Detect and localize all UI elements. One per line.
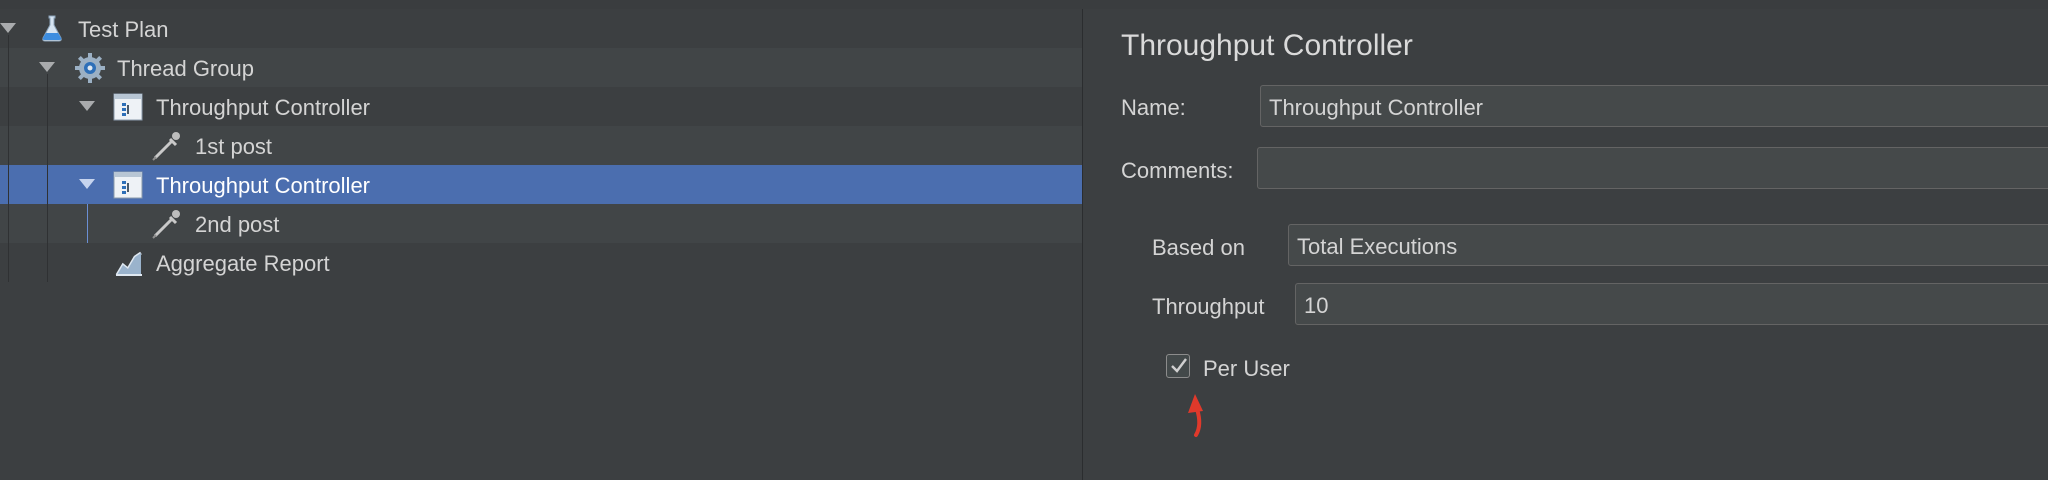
tree-item-label: Throughput Controller (156, 173, 371, 198)
tree-row-1st-post[interactable]: 1st post (0, 126, 1082, 165)
tree-row-thread-group[interactable]: Thread Group (0, 48, 1082, 87)
pipette-icon (152, 132, 180, 161)
panel-title: Throughput Controller (1121, 29, 1413, 62)
tree-row-test-plan[interactable]: Test Plan (0, 9, 1082, 48)
name-field[interactable]: Throughput Controller (1260, 85, 2048, 127)
throughput-controller-panel: Throughput Controller Name: Throughput C… (1101, 9, 2048, 480)
tree-row-throughput-controller-1[interactable]: Throughput Controller (0, 87, 1082, 126)
tree-item-label: Aggregate Report (156, 251, 330, 276)
name-value: Throughput Controller (1269, 95, 1484, 120)
tree-row-aggregate-report[interactable]: Aggregate Report (0, 243, 1082, 282)
throughput-label: Throughput (1152, 294, 1265, 319)
tree-item-label: 1st post (195, 134, 273, 159)
expand-toggle-icon[interactable] (79, 179, 95, 189)
report-chart-icon (115, 251, 142, 276)
comments-label: Comments: (1121, 158, 1234, 183)
comments-field[interactable] (1257, 147, 2048, 189)
test-plan-tree[interactable]: Test Plan Thread Group Throughput Contro… (0, 9, 1082, 480)
name-label: Name: (1121, 95, 1186, 120)
per-user-checkbox[interactable] (1166, 354, 1190, 378)
tree-item-label: Test Plan (78, 17, 169, 42)
controller-icon (113, 93, 143, 121)
tree-item-label: Thread Group (117, 56, 254, 81)
tree-item-label: Throughput Controller (156, 95, 371, 120)
based-on-label: Based on (1152, 235, 1245, 260)
tree-row-2nd-post[interactable]: 2nd post (0, 204, 1082, 243)
expand-toggle-icon[interactable] (79, 101, 95, 111)
panel-splitter[interactable] (1082, 9, 1102, 480)
expand-toggle-icon[interactable] (0, 23, 16, 33)
based-on-value: Total Executions (1297, 234, 1458, 259)
gear-icon (75, 53, 105, 83)
throughput-value: 10 (1304, 293, 1329, 318)
tree-guide-line (47, 74, 48, 282)
based-on-select[interactable]: Total Executions (1288, 224, 2048, 266)
tree-guide-line (87, 204, 88, 243)
tree-item-label: 2nd post (195, 212, 280, 237)
flask-icon (42, 15, 62, 42)
controller-icon (113, 171, 143, 199)
tree-row-throughput-controller-2[interactable]: Throughput Controller (0, 165, 1082, 204)
pipette-icon (152, 210, 180, 239)
per-user-label: Per User (1203, 356, 1290, 381)
red-arrow-annotation-icon (1188, 394, 1203, 437)
checkmark-icon (1171, 358, 1187, 373)
tree-guide-line (8, 35, 9, 282)
throughput-field[interactable]: 10 (1295, 283, 2048, 325)
expand-toggle-icon[interactable] (39, 62, 55, 72)
